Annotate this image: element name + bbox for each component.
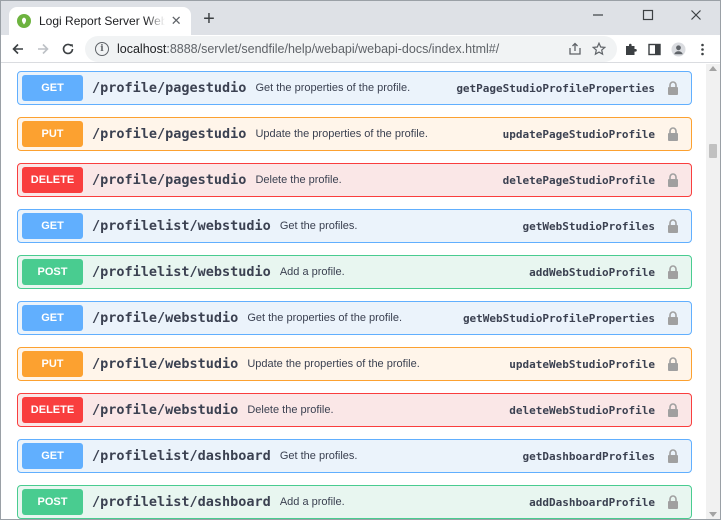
new-tab-button[interactable]: + <box>199 9 219 30</box>
tab-strip: Logi Report Server Web API Docs ✕ + <box>1 1 720 35</box>
side-panel-icon[interactable] <box>645 40 663 58</box>
spring-leaf-icon <box>17 14 31 28</box>
method-badge: POST <box>22 259 83 285</box>
operation-get-profilelist-dashboard[interactable]: GET /profilelist/dashboard Get the profi… <box>17 439 692 473</box>
operation-id: deletePageStudioProfile <box>502 173 655 187</box>
operation-post-profilelist-dashboard[interactable]: POST /profilelist/dashboard Add a profil… <box>17 485 692 519</box>
operation-id: getDashboardProfiles <box>522 449 655 463</box>
scrollbar-thumb[interactable] <box>709 144 717 158</box>
address-bar[interactable]: i localhost:8888/servlet/sendfile/help/w… <box>85 36 617 62</box>
url-path: :8888/servlet/sendfile/help/webapi/webap… <box>166 42 500 56</box>
operation-path: /profilelist/webstudio <box>92 264 271 280</box>
method-badge: PUT <box>22 121 83 147</box>
method-badge: GET <box>22 213 83 239</box>
method-badge: POST <box>22 489 83 515</box>
share-icon[interactable] <box>567 41 583 57</box>
operation-delete-profile-pagestudio[interactable]: DELETE /profile/pagestudio Delete the pr… <box>17 163 692 197</box>
operation-post-profilelist-webstudio[interactable]: POST /profilelist/webstudio Add a profil… <box>17 255 692 289</box>
operation-id: getPageStudioProfileProperties <box>456 81 655 95</box>
close-icon[interactable]: ✕ <box>169 13 183 28</box>
operation-path: /profile/pagestudio <box>92 80 247 96</box>
operation-id: getWebStudioProfiles <box>522 219 655 233</box>
star-icon[interactable] <box>591 41 607 57</box>
operation-summary: Delete the profile. <box>255 174 342 186</box>
operation-path: /profile/pagestudio <box>92 126 247 142</box>
method-badge: PUT <box>22 351 83 377</box>
operation-path: /profilelist/webstudio <box>92 218 271 234</box>
operation-put-profile-pagestudio[interactable]: PUT /profile/pagestudio Update the prope… <box>17 117 692 151</box>
lock-icon[interactable] <box>665 494 681 510</box>
operation-id: addWebStudioProfile <box>529 265 655 279</box>
info-icon[interactable]: i <box>95 42 109 56</box>
operation-summary: Add a profile. <box>279 496 345 508</box>
operation-summary: Get the profiles. <box>279 450 358 462</box>
operation-id: deleteWebStudioProfile <box>509 403 655 417</box>
scroll-down-arrow-icon[interactable] <box>709 512 717 517</box>
method-badge: DELETE <box>22 397 83 423</box>
operation-id: updatePageStudioProfile <box>502 127 655 141</box>
operation-get-profilelist-webstudio[interactable]: GET /profilelist/webstudio Get the profi… <box>17 209 692 243</box>
lock-icon[interactable] <box>665 126 681 142</box>
back-arrow-icon[interactable] <box>8 39 28 59</box>
vertical-scrollbar[interactable] <box>706 64 720 519</box>
operation-path: /profile/webstudio <box>92 402 239 418</box>
operation-get-profile-pagestudio[interactable]: GET /profile/pagestudio Get the properti… <box>17 71 692 105</box>
lock-icon[interactable] <box>665 218 681 234</box>
tab-title: Logi Report Server Web API Docs <box>39 14 166 28</box>
minimize-icon[interactable] <box>580 1 616 29</box>
operation-path: /profile/webstudio <box>92 356 239 372</box>
browser-toolbar: i localhost:8888/servlet/sendfile/help/w… <box>1 35 720 63</box>
method-badge: DELETE <box>22 167 83 193</box>
reload-icon[interactable] <box>58 39 78 59</box>
lock-icon[interactable] <box>665 310 681 326</box>
operation-summary: Get the properties of the profile. <box>255 82 411 94</box>
lock-icon[interactable] <box>665 402 681 418</box>
operation-path: /profilelist/dashboard <box>92 448 271 464</box>
operation-path: /profile/webstudio <box>92 310 239 326</box>
method-badge: GET <box>22 305 83 331</box>
lock-icon[interactable] <box>665 448 681 464</box>
operation-id: addDashboardProfile <box>529 495 655 509</box>
scroll-up-arrow-icon[interactable] <box>709 66 717 71</box>
operation-id: updateWebStudioProfile <box>509 357 655 371</box>
operation-get-profile-webstudio[interactable]: GET /profile/webstudio Get the propertie… <box>17 301 692 335</box>
method-badge: GET <box>22 75 83 101</box>
lock-icon[interactable] <box>665 80 681 96</box>
close-window-icon[interactable] <box>678 1 714 29</box>
operation-summary: Get the properties of the profile. <box>247 312 403 324</box>
lock-icon[interactable] <box>665 264 681 280</box>
lock-icon[interactable] <box>665 356 681 372</box>
swagger-content: GET /profile/pagestudio Get the properti… <box>1 64 706 519</box>
url-text[interactable]: localhost:8888/servlet/sendfile/help/web… <box>117 42 499 56</box>
operation-id: getWebStudioProfileProperties <box>462 311 655 325</box>
kebab-menu-icon[interactable] <box>693 40 711 58</box>
operation-delete-profile-webstudio[interactable]: DELETE /profile/webstudio Delete the pro… <box>17 393 692 427</box>
operation-put-profile-webstudio[interactable]: PUT /profile/webstudio Update the proper… <box>17 347 692 381</box>
puzzle-icon[interactable] <box>621 40 639 58</box>
profile-avatar-icon[interactable] <box>669 40 687 58</box>
method-badge: GET <box>22 443 83 469</box>
operation-summary: Update the properties of the profile. <box>247 358 420 370</box>
operation-summary: Delete the profile. <box>247 404 334 416</box>
browser-tab[interactable]: Logi Report Server Web API Docs ✕ <box>9 7 191 35</box>
operation-summary: Get the profiles. <box>279 220 358 232</box>
operation-path: /profile/pagestudio <box>92 172 247 188</box>
operation-path: /profilelist/dashboard <box>92 494 271 510</box>
forward-arrow-icon[interactable] <box>33 39 53 59</box>
operation-summary: Update the properties of the profile. <box>255 128 428 140</box>
lock-icon[interactable] <box>665 172 681 188</box>
url-host: localhost <box>117 42 167 56</box>
maximize-icon[interactable] <box>630 1 666 29</box>
operation-summary: Add a profile. <box>279 266 345 278</box>
browser-window: Logi Report Server Web API Docs ✕ + i lo… <box>0 0 721 520</box>
